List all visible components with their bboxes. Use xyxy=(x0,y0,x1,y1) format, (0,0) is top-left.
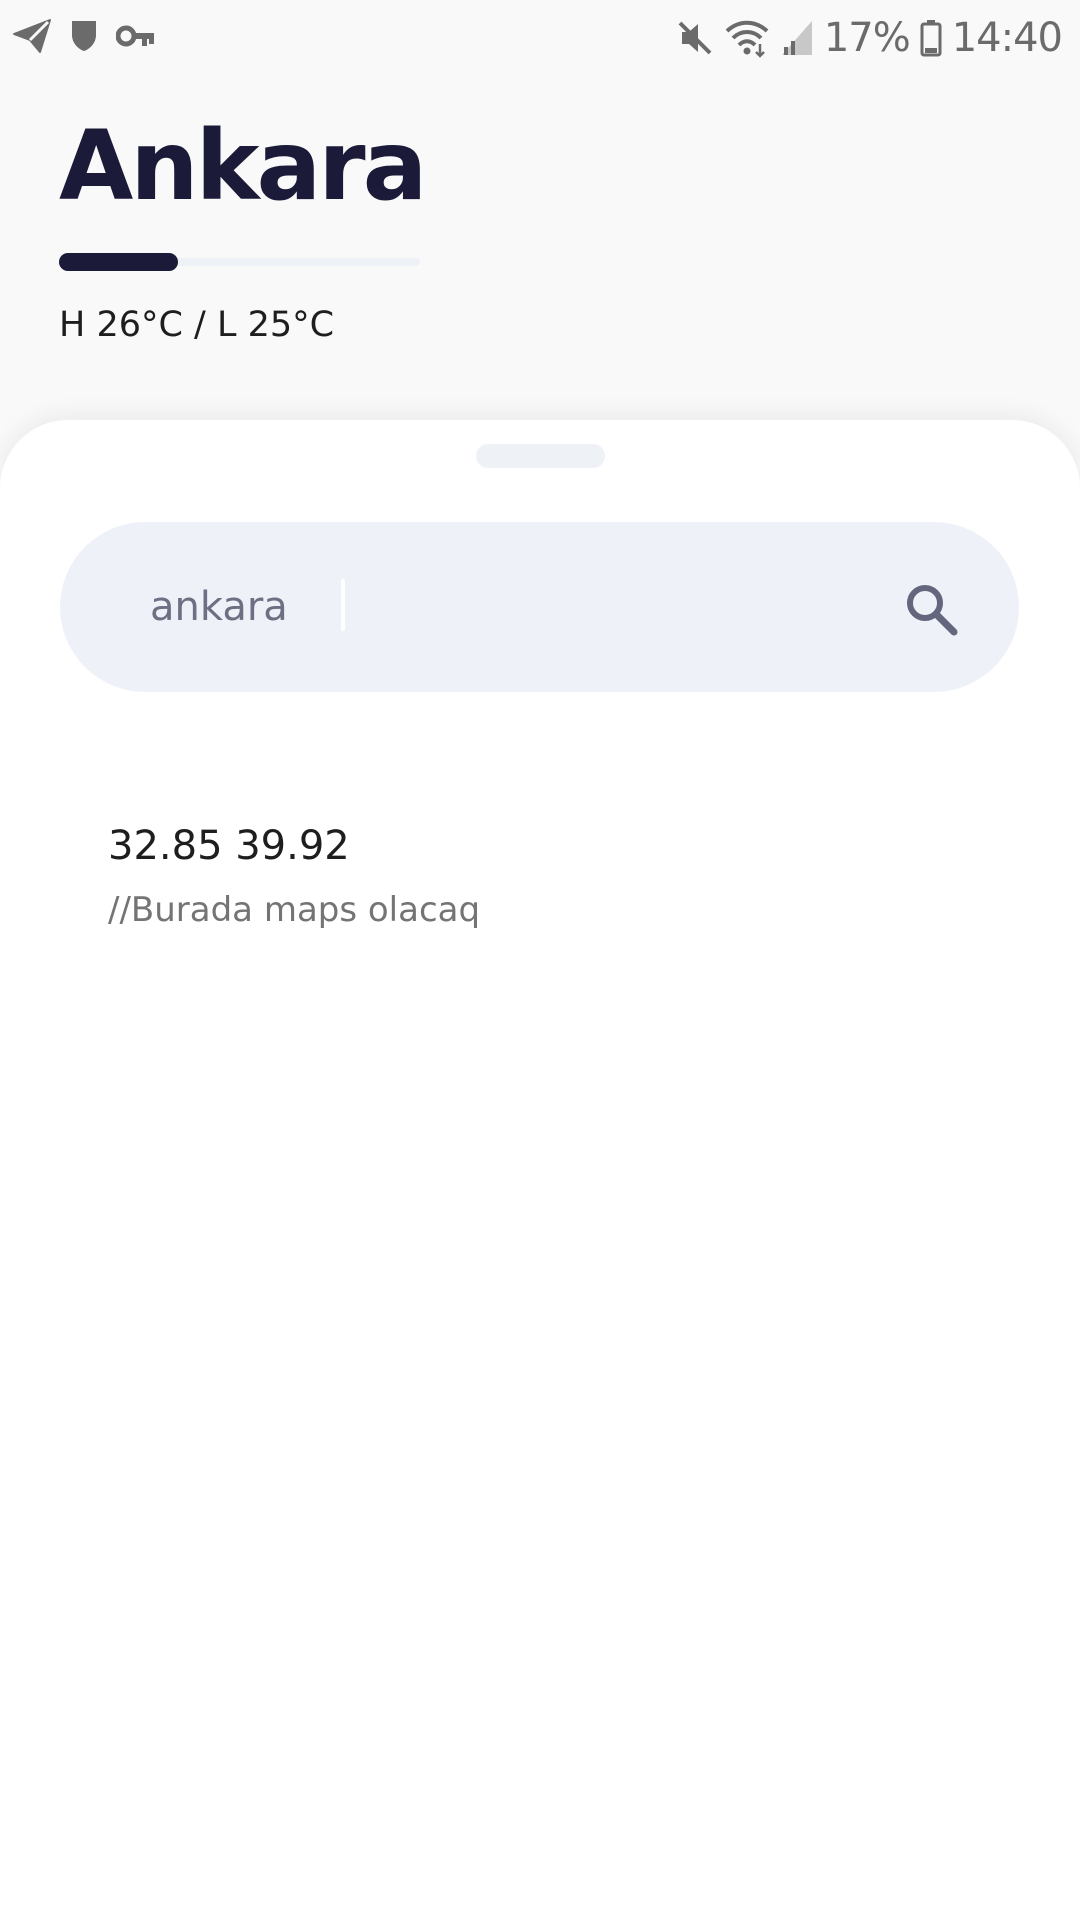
text-cursor xyxy=(341,579,345,631)
search-box[interactable] xyxy=(60,522,1019,692)
status-bar: 17% 14:40 xyxy=(0,0,1080,76)
temperature-range: H 26°C / L 25°C xyxy=(59,305,335,345)
mute-icon xyxy=(676,19,714,57)
wifi-icon xyxy=(724,18,770,58)
status-right-icons: 17% 14:40 xyxy=(676,10,1063,66)
search-input[interactable] xyxy=(150,572,850,642)
signal-icon xyxy=(780,19,814,57)
key-icon xyxy=(116,23,156,49)
city-title: Ankara xyxy=(59,110,427,222)
map-placeholder-note: //Burada maps olacaq xyxy=(108,890,481,930)
status-left-icons xyxy=(12,18,156,54)
progress-indicator xyxy=(59,253,178,271)
sheet-drag-handle[interactable] xyxy=(476,444,605,468)
search-icon[interactable] xyxy=(901,579,961,639)
clock: 14:40 xyxy=(951,15,1063,61)
coordinates-text: 32.85 39.92 xyxy=(108,823,350,869)
bottom-sheet: 32.85 39.92 //Burada maps olacaq xyxy=(0,420,1080,1920)
progress-track xyxy=(59,253,420,271)
shield-icon xyxy=(70,19,98,53)
send-icon xyxy=(12,18,52,54)
battery-icon xyxy=(920,19,942,57)
battery-percent: 17% xyxy=(823,15,911,61)
